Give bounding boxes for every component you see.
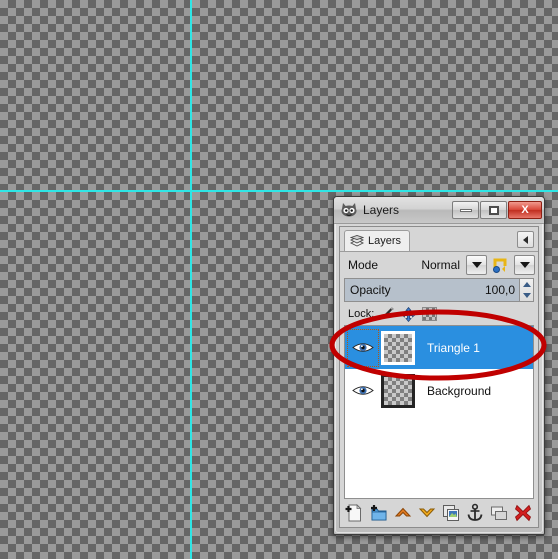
vertical-guide[interactable] [190, 0, 192, 559]
dialog-body: Layers Mode Normal Opacity 100,0 Lock: T… [339, 226, 539, 528]
lower-layer-button[interactable] [416, 502, 438, 524]
eye-icon [352, 341, 374, 354]
horizontal-guide[interactable] [0, 190, 558, 192]
tab-layers[interactable]: Layers [344, 230, 411, 251]
lock-row: Lock: [340, 304, 538, 324]
maximize-button[interactable] [480, 201, 507, 219]
link-chain-icon[interactable] [491, 256, 510, 275]
tab-row: Layers [340, 227, 538, 252]
eye-icon [352, 384, 374, 397]
layer-visibility-toggle[interactable] [347, 372, 379, 410]
layer-thumbnail[interactable] [381, 330, 415, 365]
spin-down-icon[interactable] [522, 293, 531, 298]
opacity-stepper[interactable] [519, 279, 533, 301]
window-button-group[interactable]: X [452, 201, 542, 219]
mode-row: Mode Normal [340, 252, 538, 278]
minimize-icon [459, 208, 472, 212]
close-icon: X [521, 204, 529, 216]
lock-pixels-icon[interactable] [380, 306, 395, 322]
dialog-titlebar[interactable]: Layers X [334, 197, 544, 224]
layers-stack-icon [349, 235, 365, 247]
lock-position-icon[interactable] [401, 306, 417, 322]
anchor-layer-button[interactable] [464, 502, 486, 524]
opacity-value: 100,0 [484, 283, 515, 297]
mode-value: Normal [421, 258, 460, 272]
lock-label: Lock: [348, 308, 375, 320]
raise-layer-button[interactable] [392, 502, 414, 524]
mode-label: Mode [348, 258, 379, 272]
layer-row-triangle-1[interactable]: Triangle 1 [345, 326, 533, 369]
mode-options-dropdown-button[interactable] [514, 255, 535, 275]
delete-layer-button[interactable] [512, 502, 534, 524]
layer-row-background[interactable]: Background [345, 369, 533, 412]
layer-visibility-toggle[interactable] [347, 328, 379, 367]
merge-down-button[interactable] [488, 502, 510, 524]
layer-list[interactable]: Triangle 1 Background [344, 325, 534, 499]
dialog-title: Layers [363, 203, 400, 217]
layer-name: Background [427, 383, 492, 398]
maximize-icon [488, 205, 499, 215]
duplicate-layer-button[interactable] [440, 502, 462, 524]
opacity-label: Opacity [350, 283, 391, 297]
new-layer-button[interactable] [344, 502, 366, 524]
lock-alpha-icon[interactable] [422, 307, 438, 321]
tab-menu-button[interactable] [517, 231, 534, 248]
new-layer-group-button[interactable] [368, 502, 390, 524]
layer-thumbnail[interactable] [381, 373, 415, 408]
layers-dialog[interactable]: Layers X Layers Mode Normal Opacity 100,… [333, 196, 545, 535]
triangle-left-icon [523, 235, 528, 244]
close-button[interactable]: X [508, 201, 542, 219]
layer-name: Triangle 1 [427, 340, 480, 355]
spin-up-icon[interactable] [522, 282, 531, 287]
tab-layers-label: Layers [368, 235, 402, 247]
chevron-down-icon [471, 262, 482, 268]
chevron-down-icon [519, 262, 530, 268]
minimize-button[interactable] [452, 201, 479, 219]
mode-dropdown-button[interactable] [466, 255, 487, 275]
layers-toolbar [340, 499, 538, 527]
opacity-slider[interactable]: Opacity 100,0 [344, 278, 534, 302]
wilber-icon [340, 202, 358, 218]
